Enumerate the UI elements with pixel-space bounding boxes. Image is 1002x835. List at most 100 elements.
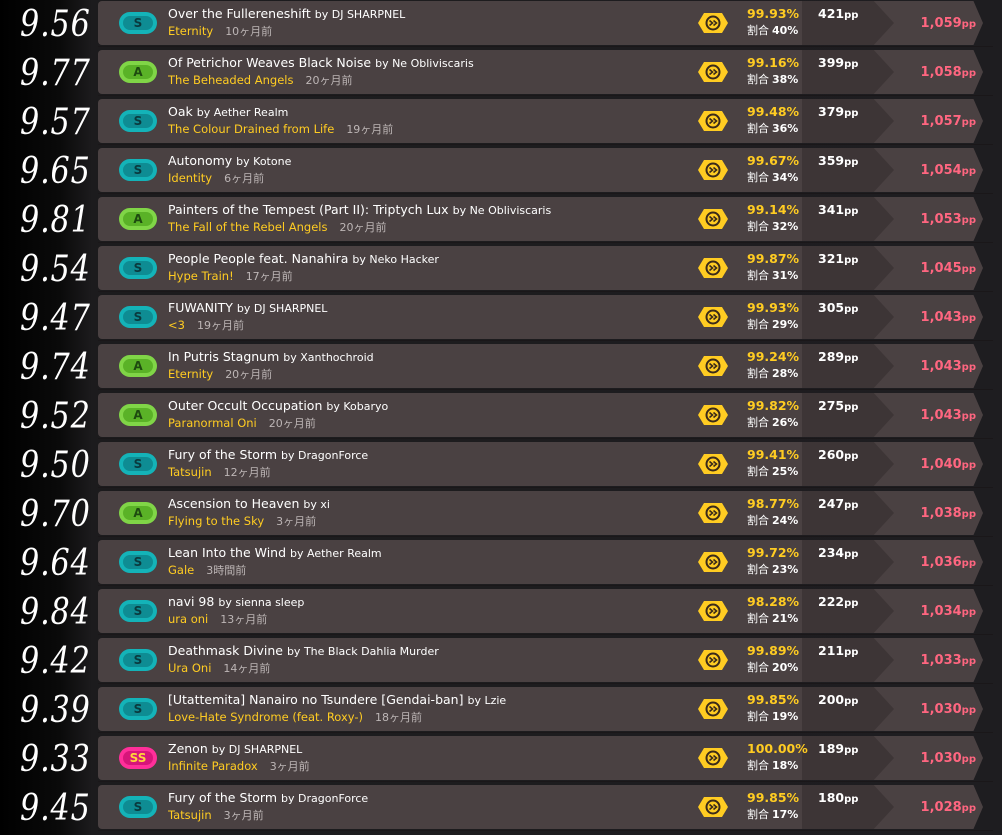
difficulty-name[interactable]: Hype Train! — [168, 269, 234, 283]
score-row[interactable]: 9.70 A Ascension to Heaven by xi Flying t… — [0, 490, 1002, 537]
accuracy: 99.48% — [747, 104, 800, 119]
difficulty-name[interactable]: Eternity — [168, 367, 213, 381]
score-row[interactable]: 9.65 S Autonomy by Kotone Identity 6ヶ月前 99… — [0, 147, 1002, 194]
score-row[interactable]: 9.57 S Oak by Aether Realm The Colour Dra… — [0, 98, 1002, 145]
song-title[interactable]: navi 98 — [168, 594, 214, 609]
accuracy: 99.87% — [747, 251, 800, 266]
beatmap-title[interactable]: Deathmask Divine by The Black Dahlia Murd… — [168, 643, 688, 659]
beatmap-title[interactable]: Outer Occult Occupation by Kobaryo — [168, 398, 688, 414]
beatmap-title[interactable]: Fury of the Storm by DragonForce — [168, 790, 688, 806]
score-row[interactable]: 9.81 A Painters of the Tempest (Part II)… — [0, 196, 1002, 243]
song-title[interactable]: Oak — [168, 104, 193, 119]
raw-pp-value: 305 — [818, 300, 845, 315]
accuracy: 99.24% — [747, 349, 800, 364]
beatmap-title[interactable]: Oak by Aether Realm — [168, 104, 688, 120]
difficulty-name[interactable]: Tatsujin — [168, 465, 212, 479]
score-row[interactable]: 9.74 A In Putris Stagnum by Xanthochroid … — [0, 343, 1002, 390]
time-ago: 20ヶ月前 — [339, 221, 387, 234]
beatmap-title[interactable]: Over the Fullereneshift by DJ SHARPNEL — [168, 6, 688, 22]
time-ago: 3ヶ月前 — [269, 760, 310, 773]
double-time-mod-icon — [698, 111, 728, 131]
song-title[interactable]: Fury of the Storm — [168, 447, 277, 462]
beatmap-title[interactable]: Painters of the Tempest (Part II): Tript… — [168, 202, 688, 218]
grade-badge: A — [119, 355, 157, 377]
difficulty-name[interactable]: Flying to the Sky — [168, 514, 264, 528]
score-row[interactable]: 9.54 S People People feat. Nanahira by Ne… — [0, 245, 1002, 292]
weighted-pp: 1,054pp — [900, 163, 976, 179]
weighted-pp: 1,057pp — [900, 114, 976, 130]
difficulty-name[interactable]: ura oni — [168, 612, 208, 626]
beatmap-title[interactable]: Of Petrichor Weaves Black Noise by Ne Obl… — [168, 55, 688, 71]
difficulty-name[interactable]: Love-Hate Syndrome (feat. Roxy-) — [168, 710, 363, 724]
difficulty-name[interactable]: Identity — [168, 171, 212, 185]
pp-unit: pp — [961, 509, 976, 520]
score-row[interactable]: 9.42 S Deathmask Divine by The Black Dahl… — [0, 637, 1002, 684]
score-row[interactable]: 9.77 A Of Petrichor Weaves Black Noise by… — [0, 49, 1002, 96]
beatmap-title[interactable]: Zenon by DJ SHARPNEL — [168, 741, 688, 757]
pp-unit: pp — [844, 500, 859, 511]
raw-pp: 341pp — [818, 202, 878, 218]
song-title[interactable]: Autonomy — [168, 153, 232, 168]
song-title[interactable]: Zenon — [168, 741, 208, 756]
beatmap-title[interactable]: Fury of the Storm by DragonForce — [168, 447, 688, 463]
handwritten-star-rating: 9.47 — [20, 298, 91, 339]
difficulty-name[interactable]: Gale — [168, 563, 194, 577]
song-title[interactable]: Of Petrichor Weaves Black Noise — [168, 55, 371, 70]
score-row[interactable]: 9.84 S navi 98 by sienna sleep ura oni 13ヶ… — [0, 588, 1002, 635]
beatmap-title[interactable]: In Putris Stagnum by Xanthochroid — [168, 349, 688, 365]
accuracy: 98.28% — [747, 594, 800, 609]
weighted-pp-value: 1,058 — [920, 65, 962, 80]
difficulty-name[interactable]: The Colour Drained from Life — [168, 122, 334, 136]
raw-pp-value: 359 — [818, 153, 845, 168]
song-title[interactable]: Over the Fullereneshift — [168, 6, 311, 21]
difficulty-name[interactable]: Eternity — [168, 24, 213, 38]
beatmap-title[interactable]: Autonomy by Kotone — [168, 153, 688, 169]
grade-letter: A — [123, 212, 153, 226]
song-title[interactable]: People People feat. Nanahira — [168, 251, 348, 266]
score-row[interactable]: 9.39 S [Utattemita] Nanairo no Tsundere … — [0, 686, 1002, 733]
score-row[interactable]: 9.50 S Fury of the Storm by DragonForce T… — [0, 441, 1002, 488]
grade-badge: A — [119, 61, 157, 83]
song-title[interactable]: Ascension to Heaven — [168, 496, 299, 511]
song-title[interactable]: Deathmask Divine — [168, 643, 283, 658]
difficulty-name[interactable]: Paranormal Oni — [168, 416, 257, 430]
double-time-mod-icon — [698, 601, 728, 621]
weight-label: 割合 — [747, 367, 769, 380]
song-title[interactable]: FUWANITY — [168, 300, 233, 315]
song-title[interactable]: In Putris Stagnum — [168, 349, 279, 364]
beatmap-title[interactable]: Lean Into the Wind by Aether Realm — [168, 545, 688, 561]
score-row[interactable]: 9.45 S Fury of the Storm by DragonForce T… — [0, 784, 1002, 831]
beatmap-title[interactable]: Ascension to Heaven by xi — [168, 496, 688, 512]
time-ago: 12ヶ月前 — [223, 466, 271, 479]
pp-unit: pp — [961, 607, 976, 618]
beatmap-title[interactable]: navi 98 by sienna sleep — [168, 594, 688, 610]
weight-label: 割合 — [747, 514, 769, 527]
difficulty-name[interactable]: Tatsujin — [168, 808, 212, 822]
score-row[interactable]: 9.64 S Lean Into the Wind by Aether Realm… — [0, 539, 1002, 586]
difficulty-name[interactable]: The Fall of the Rebel Angels — [168, 220, 327, 234]
score-row[interactable]: 9.52 A Outer Occult Occupation by Kobaryo… — [0, 392, 1002, 439]
difficulty-name[interactable]: Infinite Paradox — [168, 759, 258, 773]
pp-unit: pp — [844, 10, 859, 21]
beatmap-title[interactable]: People People feat. Nanahira by Neko Hack… — [168, 251, 688, 267]
weighted-pp: 1,040pp — [900, 457, 976, 473]
weight-value: 20% — [772, 661, 799, 674]
raw-pp-value: 200 — [818, 692, 845, 707]
score-row[interactable]: 9.56 S Over the Fullereneshift by DJ SHAR… — [0, 0, 1002, 47]
difficulty-name[interactable]: <3 — [168, 318, 185, 332]
song-title[interactable]: Fury of the Storm — [168, 790, 277, 805]
song-title[interactable]: Painters of the Tempest (Part II): Tript… — [168, 202, 449, 217]
beatmap-title[interactable]: FUWANITY by DJ SHARPNEL — [168, 300, 688, 316]
song-title[interactable]: Lean Into the Wind — [168, 545, 286, 560]
score-row[interactable]: 9.47 S FUWANITY by DJ SHARPNEL <3 19ヶ月前 99… — [0, 294, 1002, 341]
weight-percentage: 割合 19% — [747, 709, 817, 724]
score-row[interactable]: 9.33 SS Zenon by DJ SHARPNEL Infinite Par… — [0, 735, 1002, 782]
weighted-pp: 1,043pp — [900, 408, 976, 424]
grade-letter: S — [123, 310, 153, 324]
beatmap-subline: Infinite Paradox 3ヶ月前 — [168, 759, 688, 774]
song-title[interactable]: Outer Occult Occupation — [168, 398, 322, 413]
beatmap-title[interactable]: [Utattemita] Nanairo no Tsundere [Gendai… — [168, 692, 688, 708]
difficulty-name[interactable]: The Beheaded Angels — [168, 73, 293, 87]
difficulty-name[interactable]: Ura Oni — [168, 661, 211, 675]
song-title[interactable]: [Utattemita] Nanairo no Tsundere [Gendai… — [168, 692, 463, 707]
